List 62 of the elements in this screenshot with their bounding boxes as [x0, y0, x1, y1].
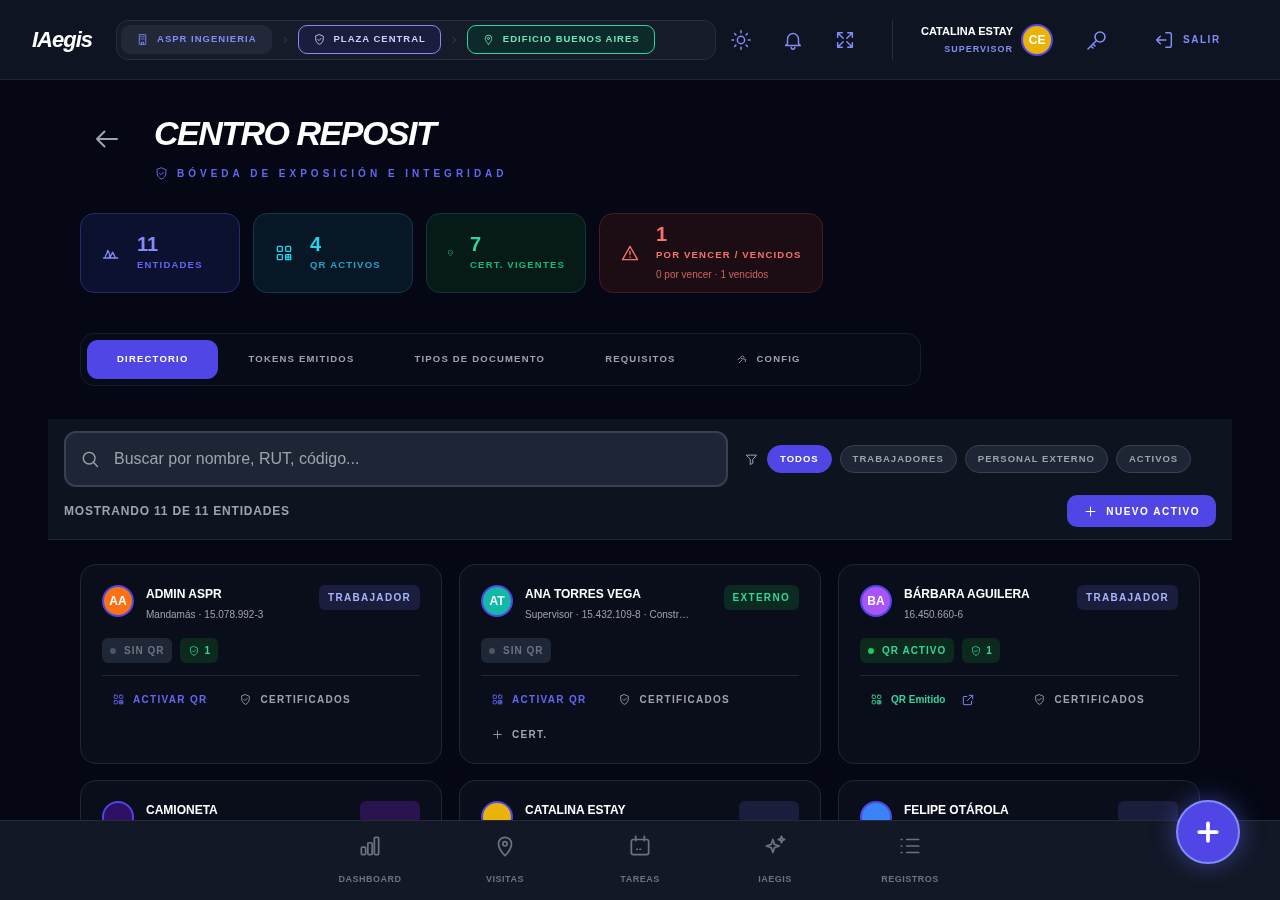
avatar: BA	[860, 585, 892, 617]
user-name: CATALINA ESTAY	[921, 23, 1014, 39]
entity-name: BÁRBARA AGUILERA	[904, 585, 1031, 603]
avatar: AA	[102, 585, 134, 617]
certificates-button[interactable]: CERTIFICADOS	[229, 684, 362, 715]
qr-status-pill: SIN QR	[102, 638, 173, 663]
page-subtitle: BÓVEDA DE EXPOSICIÓN E INTEGRIDAD	[177, 166, 508, 181]
nav-item[interactable]: REGISTROS	[842, 833, 978, 900]
breadcrumb-item[interactable]: EDIFICIO BUENOS AIRES	[466, 25, 655, 54]
nav-item[interactable]: DASHBOARD	[302, 833, 438, 900]
certificates-button[interactable]: CERTIFICADOS	[1023, 684, 1156, 716]
stat-detail: 0 por vencer · 1 vencidos	[656, 267, 770, 282]
breadcrumb-item[interactable]: PLAZA CENTRAL	[297, 25, 441, 54]
user-role: SUPERVISOR	[943, 43, 1014, 56]
entity-name: ANA TORRES VEGA	[525, 586, 642, 603]
tab[interactable]: TOKENS EMITIDOS	[218, 340, 385, 379]
type-badge: TRABAJADOR	[1077, 585, 1178, 610]
result-count: MOSTRANDO 11 DE 11 ENTIDADES	[64, 503, 290, 520]
tab[interactable]: CONFIG	[705, 340, 831, 379]
logo[interactable]: IAegis	[32, 23, 93, 56]
tab[interactable]: REQUISITOS	[575, 340, 706, 379]
stat-value: 4	[310, 233, 323, 254]
filter-chip[interactable]: ACTIVOS	[1116, 445, 1192, 473]
nav-item[interactable]: TAREAS	[572, 833, 708, 900]
logout-button[interactable]: SALIR	[1153, 28, 1221, 51]
entity-detail: Mandamás · 15.078.992-3	[146, 608, 265, 622]
stat-label: POR VENCER / VENCIDOS	[656, 248, 802, 263]
page-title: CENTRO REPOSIT	[154, 116, 508, 150]
qr-status-pill: SIN QR	[481, 638, 552, 663]
certificate-count: 1	[962, 638, 1000, 663]
activate-qr-button[interactable]: ACTIVAR QR	[102, 684, 218, 715]
breadcrumb-item[interactable]: ASPR INGENIERIA	[121, 25, 272, 54]
stat-value: 11	[137, 233, 160, 254]
activate-qr-button[interactable]: ACTIVAR QR	[481, 684, 597, 715]
certificates-button[interactable]: CERTIFICADOS	[608, 684, 741, 715]
nav-item[interactable]: IAEGIS	[707, 833, 843, 900]
tab[interactable]: DIRECTORIO	[87, 340, 219, 379]
type-badge: EXTERNO	[723, 585, 799, 610]
nav-item[interactable]: VISITAS	[437, 833, 573, 900]
search-field[interactable]: Buscar por nombre, RUT, código...	[64, 431, 728, 487]
entity-name: FELIPE OTÁROLA	[904, 801, 1010, 819]
stat-label: CERT. VIGENTES	[470, 257, 565, 272]
filter-chip[interactable]: TODOS	[767, 445, 832, 473]
filter-chip[interactable]: TRABAJADORES	[839, 445, 957, 473]
qr-issued-button[interactable]: QR Emitido	[860, 684, 986, 716]
stat-value: 1	[656, 224, 669, 245]
certificate-count: 1	[180, 638, 218, 663]
qr-status-pill: QR ACTIVO	[860, 638, 955, 663]
entity-name: ADMIN ASPR	[146, 586, 223, 603]
filter-chip[interactable]: PERSONAL EXTERNO	[964, 445, 1108, 473]
entity-detail: 16.450.660-6	[904, 608, 964, 622]
entity-name: CATALINA ESTAY	[525, 802, 627, 819]
type-badge: TRABAJADOR	[319, 585, 420, 610]
entity-name: CAMIONETA	[146, 802, 219, 819]
tab[interactable]: TIPOS DE DOCUMENTO	[384, 340, 576, 379]
add-certificate-button[interactable]: CERT.	[481, 719, 558, 750]
avatar: AT	[481, 585, 513, 617]
stat-value: 7	[470, 233, 483, 254]
stat-label: QR ACTIVOS	[310, 257, 381, 272]
stat-label: ENTIDADES	[137, 257, 203, 272]
entity-detail: Supervisor · 15.432.109-8 · Constr…	[525, 608, 690, 622]
new-asset-button[interactable]: NUEVO ACTIVO	[1067, 495, 1216, 527]
